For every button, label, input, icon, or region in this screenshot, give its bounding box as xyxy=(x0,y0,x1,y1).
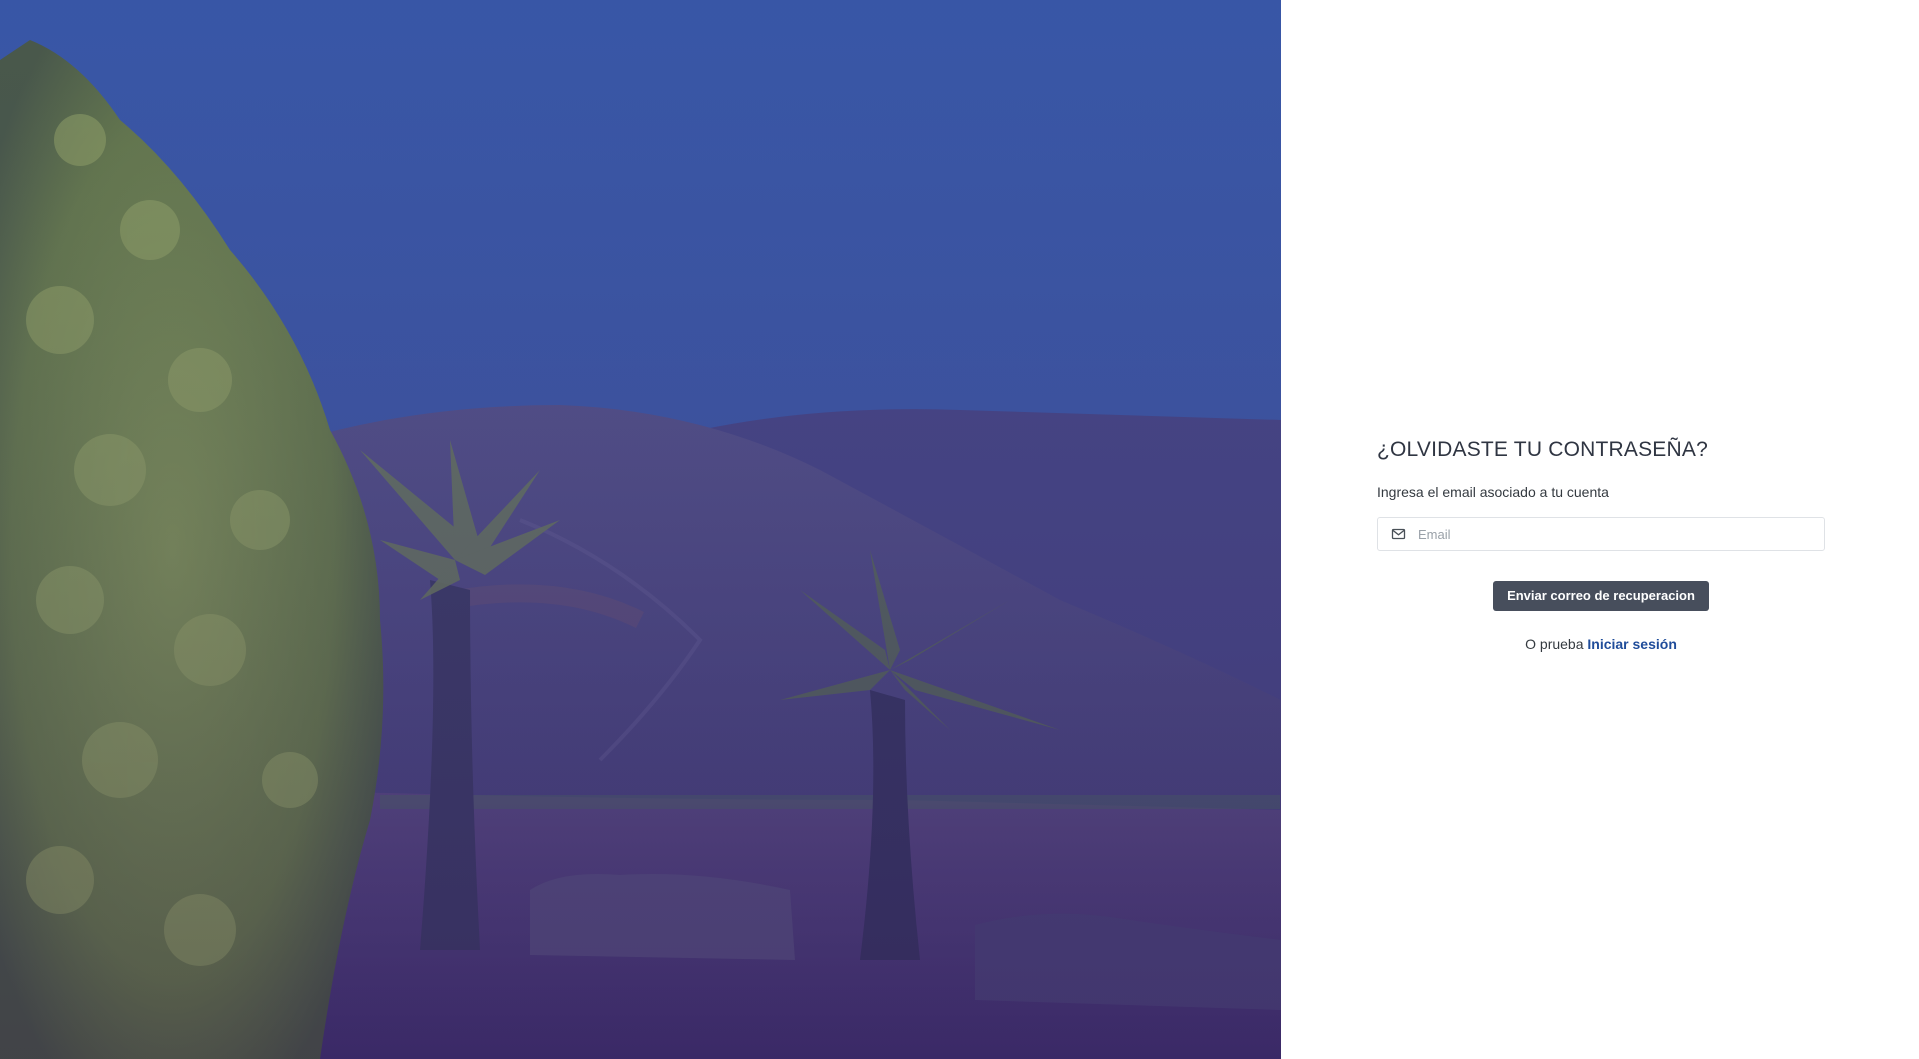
landscape-photo xyxy=(0,0,1281,1059)
form-panel: ¿OLVIDASTE TU CONTRASEÑA? Ingresa el ema… xyxy=(1281,0,1919,1059)
login-link[interactable]: Iniciar sesión xyxy=(1587,636,1676,652)
page-title: ¿OLVIDASTE TU CONTRASEÑA? xyxy=(1377,438,1708,461)
forgot-password-page: ¿OLVIDASTE TU CONTRASEÑA? Ingresa el ema… xyxy=(0,0,1919,1059)
alt-prefix-text: O prueba xyxy=(1525,636,1584,652)
submit-row: Enviar correo de recuperacion xyxy=(1377,581,1825,611)
hero-landscape-image xyxy=(0,0,1281,1059)
form-subtitle: Ingresa el email asociado a tu cuenta xyxy=(1377,484,1609,500)
email-input[interactable] xyxy=(1418,518,1818,550)
forgot-password-form: ¿OLVIDASTE TU CONTRASEÑA? Ingresa el ema… xyxy=(1377,432,1825,652)
alt-login-row: O prueba Iniciar sesión xyxy=(1377,636,1825,652)
mail-icon xyxy=(1391,527,1406,541)
send-recovery-email-button[interactable]: Enviar correo de recuperacion xyxy=(1493,581,1709,611)
email-input-group xyxy=(1377,517,1825,551)
